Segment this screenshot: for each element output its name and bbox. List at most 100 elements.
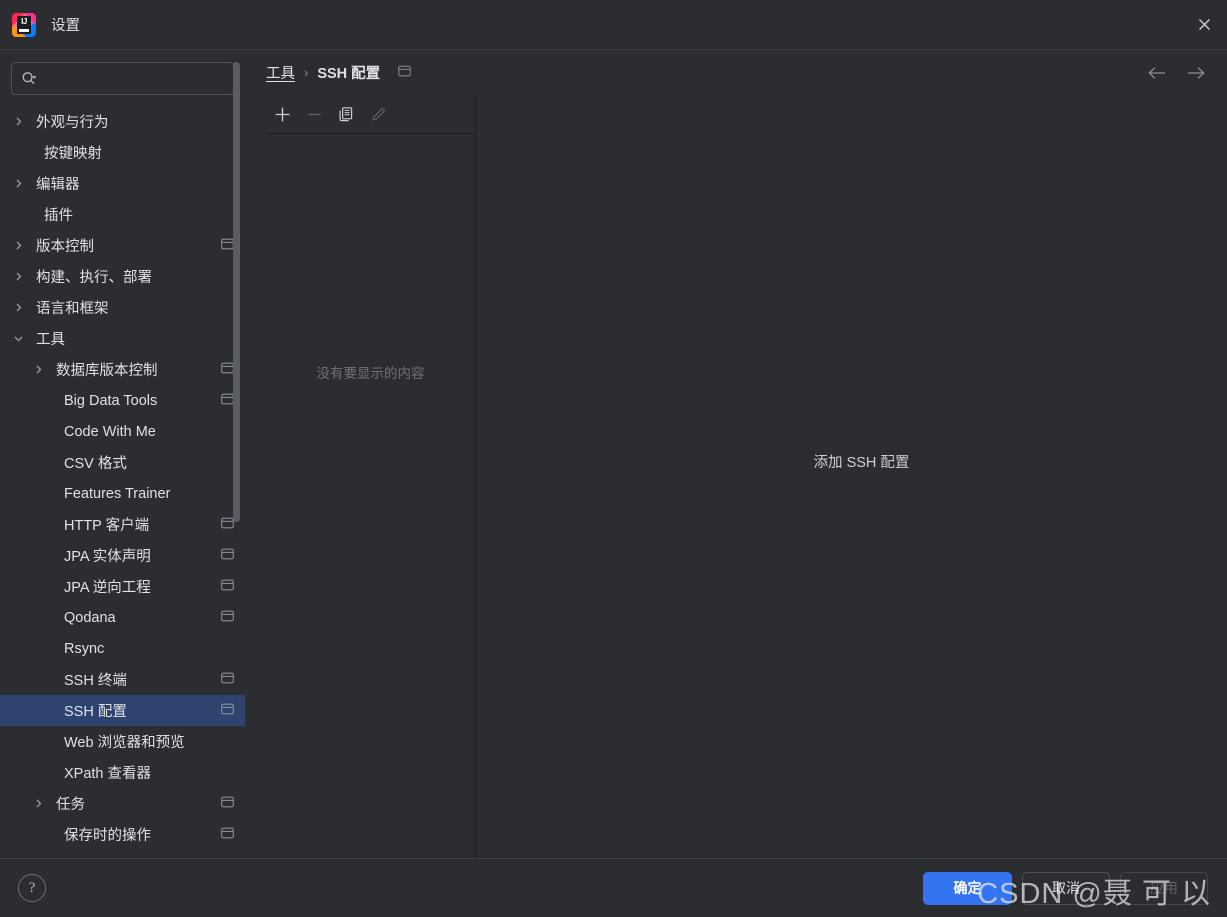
ssh-config-detail-pane: 添加 SSH 配置 [476, 95, 1227, 858]
sidebar-item-7[interactable]: 工具 [0, 323, 245, 354]
sidebar-item-10[interactable]: Code With Me [0, 416, 245, 447]
search-box[interactable] [11, 62, 234, 95]
sidebar-item-label: 编辑器 [36, 177, 80, 193]
breadcrumb-leaf: SSH 配置 [317, 66, 381, 82]
sidebar-search-wrap [0, 50, 245, 104]
sidebar-item-label: 构建、执行、部署 [36, 270, 152, 286]
ssh-config-list[interactable]: 没有要显示的内容 [266, 134, 475, 858]
sidebar-item-label: XPath 查看器 [64, 766, 152, 782]
sidebar-item-6[interactable]: 语言和框架 [0, 292, 245, 323]
sidebar-item-4[interactable]: 版本控制 [0, 230, 245, 261]
sidebar-item-label: JPA 实体声明 [64, 549, 151, 565]
remove-config-button[interactable] [298, 99, 330, 129]
ssh-config-toolbar [266, 95, 475, 134]
sidebar-item-11[interactable]: CSV 格式 [0, 447, 245, 478]
cancel-button[interactable]: 取消 [1022, 871, 1110, 905]
project-scope-icon [221, 702, 235, 720]
chevron-right-icon[interactable] [28, 798, 48, 809]
sidebar-item-22[interactable]: 任务 [0, 788, 245, 819]
sidebar-item-20[interactable]: Web 浏览器和预览 [0, 726, 245, 757]
sidebar-item-label: 工具 [36, 332, 65, 348]
sidebar-item-label: CSV 格式 [64, 456, 127, 472]
chevron-down-icon[interactable] [8, 333, 28, 344]
project-scope-icon [221, 609, 235, 627]
sidebar-item-5[interactable]: 构建、执行、部署 [0, 261, 245, 292]
sidebar-item-17[interactable]: Rsync [0, 633, 245, 664]
sidebar-item-label: 保存时的操作 [64, 828, 151, 844]
sidebar-item-label: 按键映射 [44, 146, 102, 162]
settings-content: 工具 › SSH 配置 没有要显示的内容 添加 SSH 配置 [245, 50, 1227, 858]
settings-tree[interactable]: 外观与行为按键映射编辑器插件版本控制构建、执行、部署 语言和框架工具数据库版本控制… [0, 104, 245, 858]
chevron-right-icon[interactable] [8, 178, 28, 189]
dialog-footer: ? 确定 取消 应用 [0, 858, 1227, 917]
sidebar-item-12[interactable]: Features Trainer [0, 478, 245, 509]
chevron-right-icon[interactable] [8, 271, 28, 282]
sidebar-item-label: 外观与行为 [36, 115, 109, 131]
sidebar-item-9[interactable]: Big Data Tools [0, 385, 245, 416]
sidebar-item-label: SSH 配置 [64, 704, 127, 720]
sidebar-item-21[interactable]: XPath 查看器 [0, 757, 245, 788]
sidebar-item-label: Rsync [64, 640, 105, 657]
project-scope-icon [221, 547, 235, 565]
apply-button[interactable]: 应用 [1120, 871, 1208, 905]
detail-empty-message: 添加 SSH 配置 [813, 455, 910, 471]
sidebar-item-label: 插件 [44, 208, 73, 224]
breadcrumb: 工具 › SSH 配置 [266, 62, 412, 83]
intellij-idea-logo-icon: IJ [12, 12, 36, 37]
chevron-right-icon[interactable] [28, 364, 48, 375]
project-scope-icon [221, 671, 235, 689]
chevron-right-icon[interactable] [8, 240, 28, 251]
sidebar-item-2[interactable]: 编辑器 [0, 168, 245, 199]
pencil-icon[interactable] [362, 99, 394, 129]
sidebar-item-label: 数据库版本控制 [56, 363, 158, 379]
project-scope-icon [221, 826, 235, 844]
search-input[interactable] [43, 71, 224, 86]
sidebar-scrollbar-thumb[interactable] [233, 62, 240, 522]
navigation-buttons [1147, 66, 1213, 80]
sidebar-item-14[interactable]: JPA 实体声明 [0, 540, 245, 571]
close-icon[interactable] [1181, 0, 1227, 49]
sidebar-item-label: 版本控制 [36, 239, 94, 255]
sidebar-item-label: Features Trainer [64, 485, 171, 502]
sidebar-item-3[interactable]: 插件 [0, 199, 245, 230]
sidebar-item-23[interactable]: 保存时的操作 [0, 819, 245, 850]
chevron-right-icon[interactable] [8, 302, 28, 313]
help-icon[interactable]: ? [18, 874, 46, 902]
ssh-config-list-pane: 没有要显示的内容 [266, 95, 476, 858]
sidebar-item-19[interactable]: SSH 配置 [0, 695, 245, 726]
sidebar-item-1[interactable]: 按键映射 [0, 137, 245, 168]
sidebar-item-label: 任务 [56, 797, 85, 813]
arrow-left-icon[interactable] [1147, 66, 1167, 80]
sidebar-item-label: HTTP 客户端 [64, 518, 150, 534]
title-bar: IJ 设置 [0, 0, 1227, 50]
project-scope-icon [221, 578, 235, 596]
sidebar-item-label: Qodana [64, 609, 116, 626]
breadcrumb-root[interactable]: 工具 [266, 62, 295, 83]
dialog-body: 外观与行为 按键映射 编辑器 插件 版本控制 构建、执行、部署 语言和框架 工具 数据库版本控制… [0, 50, 1227, 858]
sidebar-item-label: Code With Me [64, 423, 156, 440]
project-scope-icon [398, 64, 412, 82]
settings-dialog: IJ 设置 外观与行为 按键映射 编辑器 插件 版本控制 构建、执行、部署 语言… [0, 0, 1227, 917]
sidebar-item-15[interactable]: JPA 逆向工程 [0, 571, 245, 602]
project-scope-icon [221, 795, 235, 813]
sidebar-item-0[interactable]: 外观与行为 [0, 106, 245, 137]
sidebar-item-18[interactable]: SSH 终端 [0, 664, 245, 695]
breadcrumb-bar: 工具 › SSH 配置 [245, 50, 1227, 95]
sidebar-item-16[interactable]: Qodana [0, 602, 245, 633]
sidebar-item-label: Web 浏览器和预览 [64, 735, 185, 751]
add-config-button[interactable] [266, 99, 298, 129]
ok-button[interactable]: 确定 [923, 871, 1012, 905]
settings-sidebar: 外观与行为按键映射编辑器插件版本控制构建、执行、部署 语言和框架工具数据库版本控制… [0, 50, 245, 858]
footer-actions: 确定 取消 应用 [923, 871, 1208, 905]
sidebar-item-label: JPA 逆向工程 [64, 580, 151, 596]
search-icon [21, 71, 38, 86]
breadcrumb-separator: › [304, 65, 309, 80]
chevron-right-icon[interactable] [8, 116, 28, 127]
empty-list-message: 没有要显示的内容 [316, 366, 425, 381]
copy-icon[interactable] [330, 99, 362, 129]
arrow-right-icon[interactable] [1186, 66, 1206, 80]
sidebar-item-13[interactable]: HTTP 客户端 [0, 509, 245, 540]
sidebar-item-label: 语言和框架 [36, 301, 109, 317]
sidebar-item-8[interactable]: 数据库版本控制 [0, 354, 245, 385]
sidebar-item-label: Big Data Tools [64, 392, 158, 409]
